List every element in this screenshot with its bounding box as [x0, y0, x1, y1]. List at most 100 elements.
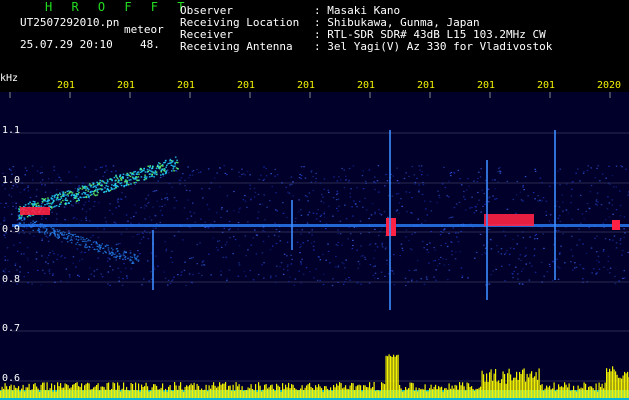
noise: [137, 250, 139, 252]
noise: [338, 176, 340, 178]
carrier-trace: [32, 222, 34, 224]
carrier-trace: [75, 243, 77, 245]
noise: [289, 276, 291, 278]
noise: [323, 216, 326, 218]
noise: [210, 182, 212, 184]
noise: [619, 238, 622, 240]
noise: [559, 184, 561, 186]
carrier-trace: [58, 229, 61, 231]
noise: [340, 179, 342, 181]
carrier-trace: [56, 229, 59, 231]
noise: [607, 182, 610, 184]
noise: [216, 172, 218, 174]
noise: [602, 250, 605, 252]
noise: [607, 269, 609, 271]
noise: [263, 194, 265, 196]
noise: [126, 277, 128, 279]
carrier-trace: [37, 202, 39, 204]
noise: [522, 184, 524, 187]
carrier-trace: [128, 183, 130, 186]
carrier-trace: [35, 205, 38, 207]
carrier-trace: [119, 257, 121, 260]
carrier-trace: [69, 200, 72, 202]
noise: [302, 273, 305, 275]
carrier-trace: [110, 254, 113, 256]
amplitude-bar: [229, 385, 231, 398]
amplitude-bar: [21, 388, 23, 398]
carrier-trace: [123, 185, 126, 187]
noise: [120, 233, 123, 235]
noise: [44, 184, 46, 186]
noise: [347, 238, 349, 240]
carrier-trace: [34, 201, 36, 203]
noise: [68, 171, 70, 173]
noise: [4, 271, 6, 273]
noise: [63, 206, 66, 208]
noise: [300, 166, 303, 168]
noise: [621, 254, 623, 256]
noise: [51, 182, 53, 184]
noise: [135, 212, 137, 214]
noise: [518, 258, 520, 260]
noise: [550, 222, 552, 225]
noise: [624, 232, 626, 234]
noise: [83, 204, 85, 206]
amplitude-bar: [447, 389, 449, 398]
timestamp: 25.07.29 20:10: [20, 38, 113, 51]
noise: [23, 276, 25, 278]
amplitude-bar: [61, 387, 63, 398]
carrier-trace: [166, 164, 168, 166]
noise: [41, 255, 43, 257]
carrier-trace: [80, 236, 82, 238]
carrier-trace: [102, 247, 105, 249]
noise: [310, 171, 313, 173]
noise: [279, 266, 281, 268]
noise: [562, 233, 564, 235]
carrier-trace: [96, 194, 99, 196]
noise: [490, 274, 492, 276]
noise: [121, 198, 123, 201]
amplitude-bar: [114, 383, 116, 398]
noise: [348, 179, 350, 181]
noise: [411, 278, 413, 280]
amplitude-bar: [127, 390, 129, 398]
carrier-trace: [75, 197, 77, 199]
noise: [89, 267, 91, 269]
noise: [541, 227, 543, 229]
amplitude-bar: [54, 384, 56, 398]
amplitude-bar: [589, 386, 591, 398]
amplitude-bar: [372, 387, 374, 398]
carrier-trace: [90, 243, 93, 246]
amplitude-bar: [550, 389, 552, 398]
noise: [218, 240, 221, 242]
carrier-trace: [107, 249, 110, 251]
noise: [603, 266, 605, 268]
amplitude-bar: [390, 356, 392, 398]
amplitude-bar: [72, 384, 74, 398]
noise: [121, 192, 123, 194]
amplitude-bar: [325, 386, 327, 398]
noise: [611, 199, 614, 201]
carrier-trace: [77, 239, 79, 241]
amplitude-bar: [96, 385, 98, 398]
amplitude-bar: [183, 391, 185, 398]
noise: [304, 177, 307, 179]
noise: [204, 221, 206, 223]
noise: [599, 180, 601, 182]
noise: [300, 282, 303, 284]
carrier-trace: [41, 231, 43, 233]
noise: [6, 247, 9, 249]
noise: [129, 181, 131, 183]
carrier-trace: [21, 216, 24, 218]
carrier-trace: [126, 177, 129, 179]
carrier-trace: [35, 203, 38, 205]
carrier-trace: [62, 199, 64, 202]
noise: [503, 253, 506, 255]
carrier-trace: [130, 183, 132, 185]
noise: [331, 284, 334, 287]
amplitude-bar: [379, 391, 381, 398]
noise: [448, 196, 450, 198]
noise: [269, 249, 272, 251]
noise: [118, 205, 120, 207]
noise: [167, 279, 170, 281]
